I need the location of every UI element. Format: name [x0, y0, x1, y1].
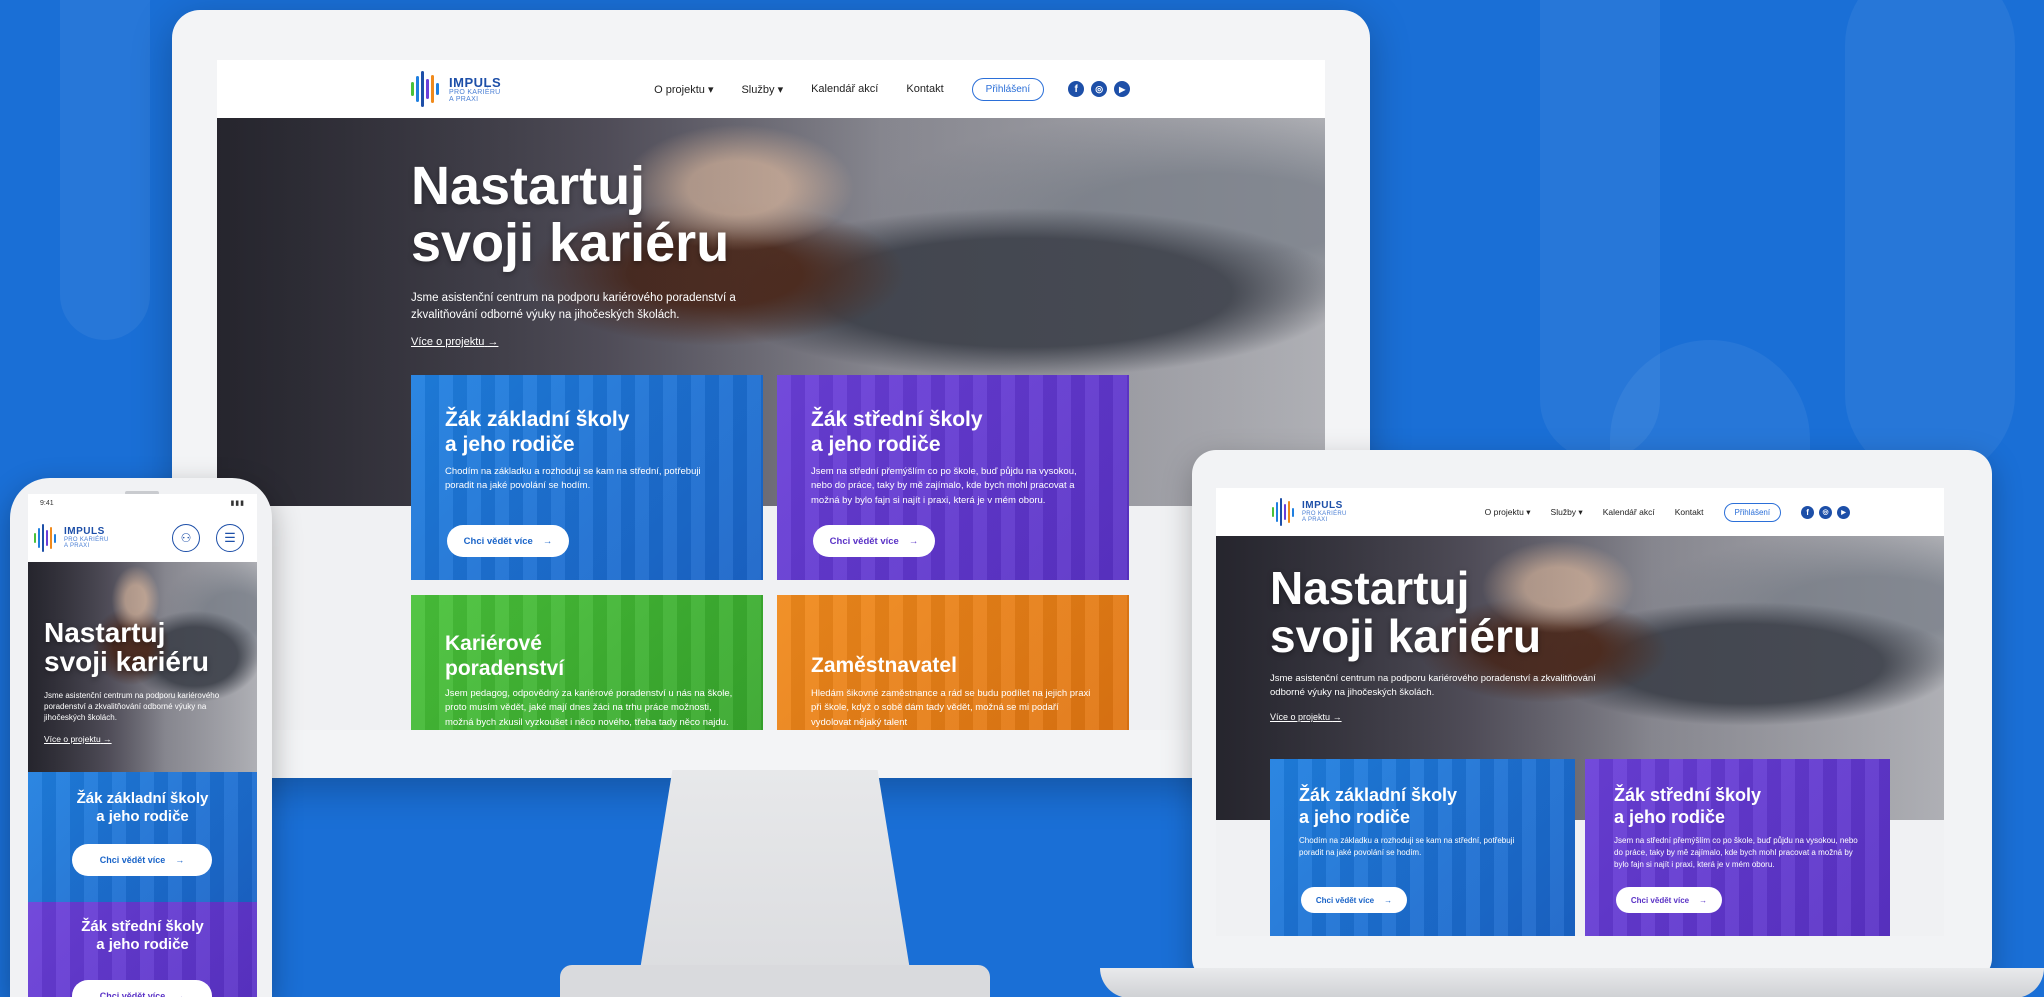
card-ss-student[interactable]: Žák střední školy a jeho rodiče Jsem na … [777, 375, 1129, 580]
card-title: Žák střední školy a jeho rodiče [81, 918, 204, 953]
nav-item-services[interactable]: Služby ▾ [741, 83, 783, 96]
arrow-right-icon: → [542, 535, 553, 547]
content-background [217, 506, 1325, 730]
chevron-down-icon: ▾ [1578, 506, 1583, 517]
logo-subline: A PRAXI [1302, 517, 1328, 523]
hero-section: Nastartuj svoji kariéru Jsme asistenční … [217, 118, 1325, 506]
hero-link-about[interactable]: Více o projektu → [411, 336, 498, 348]
site-logo[interactable]: IMPULS PRO KARIÉRU A PRAXI [34, 524, 109, 552]
hero-title: Nastartuj svoji kariéru [1270, 562, 1542, 663]
nav-item-calendar[interactable]: Kalendář akcí [811, 83, 878, 95]
hero-section: Nastartuj svoji kariéru Jsme asistenční … [28, 562, 257, 772]
card-title: Kariérové poradenství [445, 632, 565, 681]
learn-more-button[interactable]: Chci vědět více → [813, 525, 935, 557]
learn-more-button[interactable]: Chci vědět více → [1301, 887, 1407, 913]
chevron-down-icon: ▾ [777, 83, 784, 96]
monitor-stand [640, 770, 910, 970]
nav-item-calendar[interactable]: Kalendář akcí [1603, 507, 1655, 517]
arrow-right-icon: → [487, 336, 499, 348]
site-header: IMPULS PRO KARIÉRU A PRAXI ⚇ ☰ [28, 514, 257, 562]
site-header: IMPULS PRO KARIÉRU A PRAXI O projektu ▾ … [217, 60, 1325, 118]
card-text: Hledám šikovné zaměstnance a rád se budu… [811, 688, 1091, 728]
logo-mark-icon [411, 71, 441, 107]
nav-item-about[interactable]: O projektu ▾ [654, 83, 713, 96]
nav-item-services[interactable]: Služby ▾ [1551, 507, 1583, 518]
learn-more-button[interactable]: Chci vědět více → [1616, 887, 1722, 913]
logo-mark-icon [34, 524, 58, 552]
facebook-icon[interactable]: f [1801, 505, 1815, 519]
youtube-icon[interactable]: ▶ [1114, 81, 1131, 97]
card-zs-student[interactable]: Žák základní školy a jeho rodiče Chodím … [411, 375, 763, 580]
hero-title: Nastartuj svoji kariéru [44, 617, 209, 678]
arrow-right-icon: → [1332, 712, 1342, 722]
nav-item-about[interactable]: O projektu ▾ [1485, 507, 1531, 518]
card-career-counseling[interactable]: Kariérové poradenství Jsem pedagog, odpo… [411, 595, 763, 730]
site-logo[interactable]: IMPULS PRO KARIÉRU A PRAXI [411, 71, 501, 107]
background-stripe [60, 0, 150, 340]
menu-icon[interactable]: ☰ [216, 524, 244, 552]
card-text: Jsem na střední přemýšlím co po škole, b… [1614, 836, 1858, 869]
instagram-icon[interactable]: ◎ [1819, 505, 1833, 519]
hero-title: Nastartuj svoji kariéru [411, 156, 730, 273]
status-time: 9:41 [40, 500, 54, 507]
hero-link-about[interactable]: Více o projektu → [1270, 712, 1342, 722]
laptop-screen: IMPULS PRO KARIÉRU A PRAXI O projektu ▾ … [1216, 488, 1944, 936]
nav-item-contact[interactable]: Kontakt [1675, 507, 1704, 517]
learn-more-button[interactable]: Chci vědět více → [72, 980, 212, 997]
learn-more-button[interactable]: Chci vědět více → [72, 844, 212, 876]
arrow-right-icon: → [175, 855, 185, 865]
hero-description: Jsme asistenční centrum na podporu karié… [411, 292, 736, 321]
card-title: Žák základní školy a jeho rodiče [445, 408, 630, 457]
hero-description: Jsme asistenční centrum na podporu karié… [44, 691, 220, 723]
card-text: Chodím na základku a rozhoduji se kam na… [445, 466, 701, 492]
card-title: Žák střední školy a jeho rodiče [811, 408, 983, 457]
phone-screen: 9:41 ▮▮▮ IMPULS PRO KARIÉRU A PRAXI ⚇ ☰ … [28, 494, 257, 997]
chevron-down-icon: ▾ [1526, 506, 1531, 517]
card-ss-student[interactable]: Žák střední školy a jeho rodiče Jsem na … [1585, 759, 1890, 936]
monitor-base [560, 965, 990, 997]
card-ss-student[interactable]: Žák střední školy a jeho rodiče Chci věd… [28, 902, 257, 997]
chevron-down-icon: ▾ [707, 83, 714, 96]
site-header: IMPULS PRO KARIÉRU A PRAXI O projektu ▾ … [1216, 488, 1944, 536]
card-zs-student[interactable]: Žák základní školy a jeho rodiče Chodím … [1270, 759, 1575, 936]
arrow-right-icon: → [908, 535, 919, 547]
logo-mark-icon [1272, 498, 1296, 526]
card-zs-student[interactable]: Žák základní školy a jeho rodiče Chci vě… [28, 772, 257, 902]
logo-subline: PRO KARIÉRU [449, 88, 501, 96]
card-text: Jsem pedagog, odpovědný za kariérové por… [445, 688, 733, 728]
card-title: Zaměstnavatel [811, 654, 957, 677]
login-button[interactable]: Přihlášení [971, 77, 1045, 101]
logo-name: IMPULS [64, 526, 105, 537]
card-text: Chodím na základku a rozhoduji se kam na… [1299, 836, 1515, 857]
login-button[interactable]: Přihlášení [1723, 502, 1782, 522]
logo-subline: A PRAXI [449, 95, 479, 103]
user-icon[interactable]: ⚇ [172, 524, 200, 552]
card-text: Jsem na střední přemýšlím co po škole, b… [811, 466, 1077, 506]
instagram-icon[interactable]: ◎ [1091, 81, 1108, 97]
site-logo[interactable]: IMPULS PRO KARIÉRU A PRAXI [1272, 498, 1347, 526]
signal-icon: ▮▮▮ [230, 500, 245, 507]
desktop-screen: IMPULS PRO KARIÉRU A PRAXI O projektu ▾ … [217, 60, 1325, 730]
card-title: Žák základní školy a jeho rodiče [1299, 785, 1458, 827]
card-title: Žák střední školy a jeho rodiče [1614, 785, 1762, 827]
logo-name: IMPULS [1302, 500, 1343, 511]
hero-description: Jsme asistenční centrum na podporu karié… [1270, 673, 1596, 698]
arrow-right-icon: → [1384, 895, 1393, 905]
youtube-icon[interactable]: ▶ [1837, 505, 1851, 519]
logo-subline: A PRAXI [64, 543, 90, 549]
card-title: Žák základní školy a jeho rodiče [76, 790, 209, 825]
hero-link-about[interactable]: Více o projektu → [44, 734, 112, 744]
nav-item-contact[interactable]: Kontakt [906, 83, 943, 95]
card-employer[interactable]: Zaměstnavatel Hledám šikovné zaměstnance… [777, 595, 1129, 730]
arrow-right-icon: → [103, 734, 112, 744]
arrow-right-icon: → [175, 991, 185, 997]
background-stripe [1845, 0, 2015, 480]
logo-name: IMPULS [449, 74, 502, 90]
learn-more-button[interactable]: Chci vědět více → [447, 525, 569, 557]
phone-status-bar: 9:41 ▮▮▮ [28, 494, 257, 514]
facebook-icon[interactable]: f [1068, 81, 1085, 97]
arrow-right-icon: → [1699, 895, 1708, 905]
laptop-base [1100, 968, 2044, 997]
